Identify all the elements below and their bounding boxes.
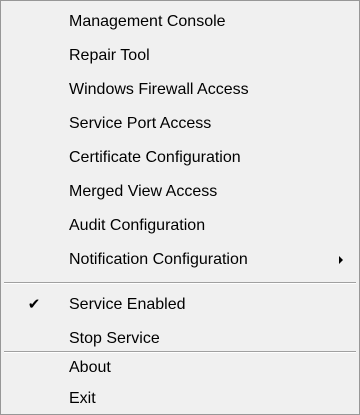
menu-item-repair-tool[interactable]: Repair Tool (2, 42, 358, 70)
menu-item-notification-configuration[interactable]: Notification Configuration (2, 246, 358, 274)
checkmark-icon: ✔ (27, 296, 41, 313)
menu-item-windows-firewall-access[interactable]: Windows Firewall Access (2, 76, 358, 104)
menu-item-management-console[interactable]: Management Console (2, 8, 358, 36)
menu-item-label: Windows Firewall Access (69, 81, 249, 98)
menu-item-certificate-configuration[interactable]: Certificate Configuration (2, 144, 358, 172)
menu-item-label: Certificate Configuration (69, 149, 241, 166)
menu-item-about[interactable]: About (2, 354, 358, 382)
menu-item-service-port-access[interactable]: Service Port Access (2, 110, 358, 138)
menu-item-label: Audit Configuration (69, 217, 206, 234)
menu-item-exit[interactable]: Exit (2, 385, 358, 413)
menu-separator (4, 351, 356, 353)
menu-item-label: Management Console (69, 13, 226, 30)
menu-item-stop-service[interactable]: Stop Service (2, 325, 358, 353)
menu-item-label: Service Port Access (69, 115, 212, 132)
menu-item-label: About (69, 359, 111, 376)
menu-separator (4, 282, 356, 284)
menu-item-audit-configuration[interactable]: Audit Configuration (2, 212, 358, 240)
menu-item-service-enabled[interactable]: ✔ Service Enabled (2, 291, 358, 319)
menu-item-label: Stop Service (69, 330, 160, 347)
context-menu: Management Console Repair Tool Windows F… (0, 0, 360, 415)
menu-item-label: Exit (69, 390, 96, 407)
menu-item-label: Merged View Access (69, 183, 218, 200)
submenu-arrow-icon (339, 256, 343, 264)
menu-item-merged-view-access[interactable]: Merged View Access (2, 178, 358, 206)
menu-item-label: Service Enabled (69, 296, 186, 313)
menu-item-label: Repair Tool (69, 47, 150, 64)
menu-item-label: Notification Configuration (69, 251, 248, 268)
